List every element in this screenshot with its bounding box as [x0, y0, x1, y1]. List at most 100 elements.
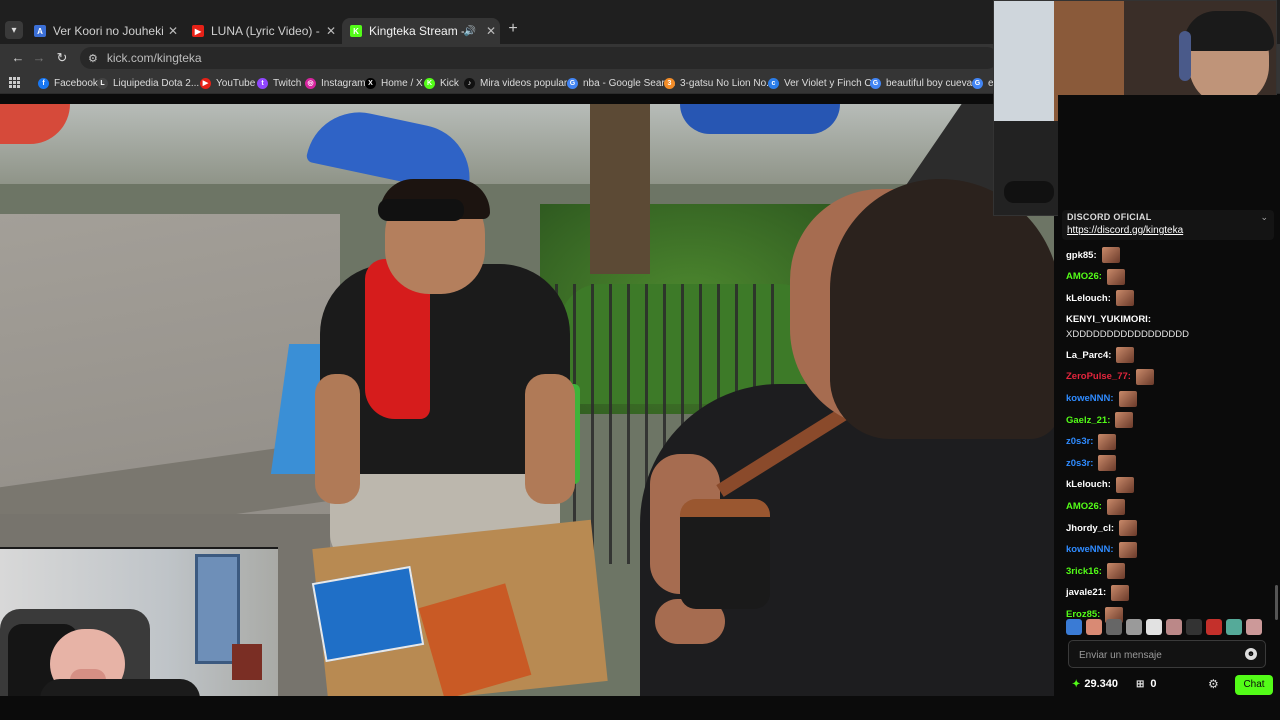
chat-username[interactable]: koweNNN: — [1066, 391, 1114, 406]
chat-emote-icon — [1106, 563, 1125, 580]
webcam-overlay-bottom — [0, 547, 278, 696]
chat-message: KENYI_YUKIMORI: XDDDDDDDDDDDDDDDDD — [1066, 312, 1274, 342]
chat-username[interactable]: AMO26: — [1066, 269, 1102, 284]
bookmark-favicon-icon: K — [424, 77, 435, 89]
bookmark-favicon-icon: L — [97, 77, 108, 89]
chat-message-input[interactable] — [1079, 647, 1239, 663]
chat-username[interactable]: gpk85: — [1066, 248, 1097, 263]
chat-emote-icon — [1101, 247, 1120, 263]
tab-close-icon[interactable]: ✕ — [164, 24, 182, 38]
video-player[interactable] — [0, 104, 1054, 696]
chat-username[interactable]: javale21: — [1066, 585, 1106, 600]
emote-picker-icon[interactable] — [1106, 619, 1122, 635]
chat-send-button[interactable]: Chat — [1235, 675, 1273, 695]
bookmark-item[interactable]: X Home / X — [365, 76, 423, 90]
bookmark-item[interactable]: f Facebook — [38, 76, 98, 90]
tab-search-chevron-down-icon[interactable]: ▾ — [5, 21, 23, 39]
bookmark-item[interactable]: ♪ Mira videos popular... — [464, 76, 575, 90]
chat-username[interactable]: La_Parc4: — [1066, 348, 1111, 363]
bookmark-item[interactable]: 3 3-gatsu No Lion No... — [664, 76, 775, 90]
emote-picker-icon[interactable] — [1186, 619, 1202, 635]
bookmark-label: Liquipedia Dota 2... — [113, 77, 200, 89]
emote-picker-icon[interactable] — [1126, 619, 1142, 635]
chat-username[interactable]: kLelouch: — [1066, 477, 1111, 492]
chat-username[interactable]: 3rick16: — [1066, 564, 1102, 579]
bookmark-item[interactable]: ◎ Instagram — [305, 76, 365, 90]
bookmark-item[interactable]: L Liquipedia Dota 2... — [97, 76, 199, 90]
browser-tab[interactable]: ▶ LUNA (Lyric Video) - Peso Plum…✕ — [184, 18, 340, 44]
channel-points[interactable]: ✦ 29.340 — [1072, 678, 1118, 690]
bookmark-label: nba - Google Search — [583, 77, 676, 89]
chat-emote-icon — [1115, 290, 1134, 307]
apps-grid-icon[interactable] — [9, 77, 20, 88]
chat-input-box[interactable]: ☻ — [1068, 640, 1266, 668]
emote-picker-icon[interactable] — [1146, 619, 1162, 635]
bookmark-label: Mira videos popular... — [480, 77, 576, 89]
chat-message: 3rick16: — [1066, 563, 1274, 580]
bookmark-item[interactable]: ▶ YouTube — [200, 76, 255, 90]
site-info-tune-icon[interactable]: ⚙ — [88, 52, 98, 65]
bookmark-item[interactable]: t Twitch — [257, 76, 301, 90]
browser-tab[interactable]: K Kingteka Stream - Watch Li…🔊 ✕ — [342, 18, 500, 44]
browser-tab[interactable]: A Ver Koori no Jouheki episodio 1✕ — [26, 18, 182, 44]
bookmark-item[interactable]: Gbeautiful boy cueva... — [870, 76, 981, 90]
bookmark-item[interactable]: c Ver Violet y Finch O... — [768, 76, 881, 90]
video-scene-woman-hair — [830, 179, 1054, 439]
chat-username[interactable]: koweNNN: — [1066, 542, 1114, 557]
chevron-down-icon[interactable]: ⌄ — [1260, 212, 1268, 223]
webcam-room-bin — [232, 644, 262, 680]
chat-messages: gpk85: AMO26: kLelouch: KENYI_YUKIMORI: XDDD… — [1066, 247, 1274, 628]
emote-picker-icon[interactable] — [1246, 619, 1262, 635]
webcam-person-body — [40, 679, 200, 696]
chat-username[interactable]: kLelouch: — [1066, 291, 1111, 306]
chat-username[interactable]: Jhordy_cl: — [1066, 521, 1114, 536]
back-arrow-left-icon[interactable]: ← — [9, 49, 27, 67]
emoji-icon[interactable]: ☻ — [1245, 648, 1257, 660]
emote-picker-icon[interactable] — [1066, 619, 1082, 635]
emote-picker-icon[interactable] — [1086, 619, 1102, 635]
chat-username[interactable]: KENYI_YUKIMORI: — [1066, 312, 1151, 327]
chat-message: koweNNN: — [1066, 541, 1274, 558]
emote-picker-icon[interactable] — [1166, 619, 1182, 635]
chat-message: ZeroPulse_77: — [1066, 368, 1274, 385]
chat-username[interactable]: z0s3r: — [1066, 434, 1093, 449]
bookmark-favicon-icon: G — [972, 77, 983, 89]
address-bar[interactable]: ⚙ kick.com/kingteka — [80, 47, 998, 69]
chat-message: AMO26: — [1066, 268, 1274, 285]
discord-link[interactable]: https://discord.gg/kingteka — [1067, 225, 1183, 236]
tab-audio-speaker-icon[interactable]: 🔊 — [464, 26, 476, 37]
chat-username[interactable]: Gaelz_21: — [1066, 413, 1110, 428]
bookmark-favicon-icon: f — [38, 77, 49, 89]
webcam-mouse — [1004, 181, 1054, 203]
video-scene-handbag — [680, 499, 770, 609]
tab-close-icon[interactable]: ✕ — [482, 24, 500, 38]
new-tab-plus-icon[interactable]: + — [505, 21, 521, 37]
chat-emote-icon — [1111, 584, 1130, 601]
tab-title: Kingteka Stream - Watch Li… — [369, 24, 464, 38]
bookmark-label: Home / X — [381, 77, 423, 89]
forward-arrow-right-icon[interactable]: → — [30, 49, 48, 67]
chat-username[interactable]: AMO26: — [1066, 499, 1102, 514]
pinned-message[interactable]: DISCORD OFICIAL https://discord.gg/kingt… — [1062, 210, 1274, 240]
gear-icon[interactable]: ⚙ — [1208, 677, 1219, 691]
emote-picker-icon[interactable] — [1206, 619, 1222, 635]
chat-username[interactable]: ZeroPulse_77: — [1066, 369, 1131, 384]
chat-username[interactable]: z0s3r: — [1066, 456, 1093, 471]
bookmark-item[interactable]: K Kick — [424, 76, 459, 90]
gift-counter[interactable]: ⊞ 0 — [1136, 678, 1157, 690]
chat-emote-icon — [1135, 368, 1154, 385]
chat-message: z0s3r: — [1066, 455, 1274, 472]
bookmark-label: Facebook — [54, 77, 98, 89]
tab-favicon-icon: A — [34, 25, 46, 37]
video-scene-product-box — [311, 565, 425, 663]
video-scene-man-arm — [525, 374, 575, 504]
chat-emote-icon — [1098, 455, 1117, 472]
tab-close-icon[interactable]: ✕ — [322, 24, 340, 38]
emote-picker-icon[interactable] — [1226, 619, 1242, 635]
bookmark-item[interactable]: Gnba - Google Search — [567, 76, 675, 90]
chat-panel: DISCORD OFICIAL https://discord.gg/kingt… — [1058, 95, 1280, 720]
bookmark-favicon-icon: 3 — [664, 77, 675, 89]
chat-message: koweNNN: — [1066, 390, 1274, 407]
chat-scrollbar[interactable] — [1275, 585, 1278, 620]
reload-icon[interactable]: ↻ — [53, 49, 71, 67]
